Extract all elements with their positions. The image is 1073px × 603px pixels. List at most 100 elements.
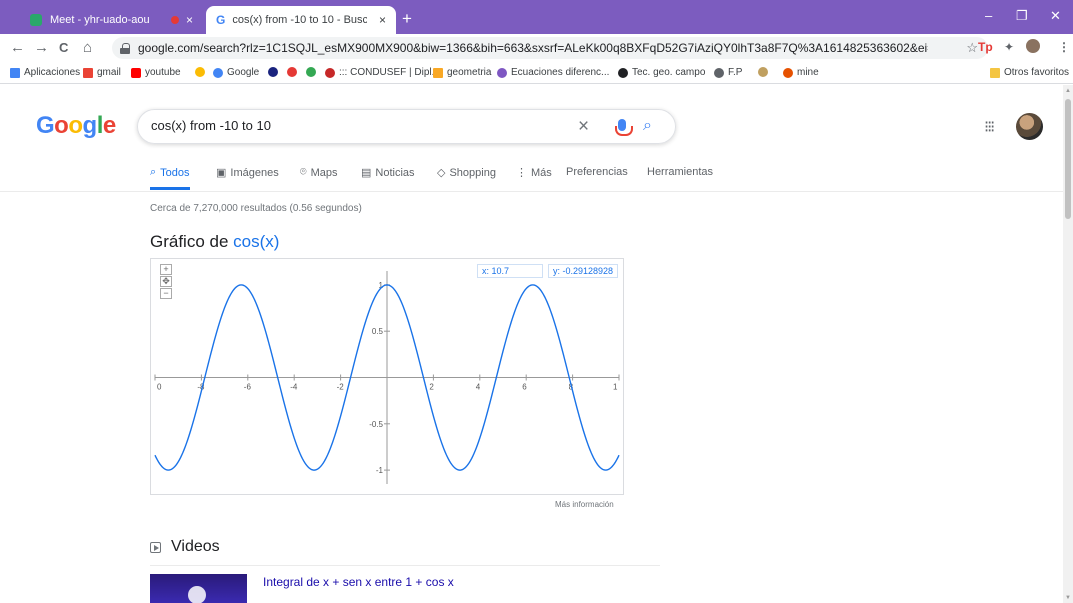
bookmark-gmail[interactable]: gmail — [83, 67, 121, 78]
address-toolbar: ← → C ⌂ google.com/search?rlz=1C1SQJL_es… — [0, 34, 1073, 62]
bookmark-condusef[interactable]: ::: CONDUSEF | Dipl... — [325, 67, 440, 78]
geometria-icon — [433, 67, 443, 78]
clear-icon[interactable]: × — [578, 116, 589, 138]
url-text[interactable]: google.com/search?rlz=1C1SQJL_esMX900MX9… — [138, 41, 928, 55]
bookmarks-bar: Aplicaciones gmail youtube Google ::: CO… — [0, 62, 1073, 84]
result-stats: Cerca de 7,270,000 resultados (0.56 segu… — [150, 203, 362, 214]
bookmark-apps[interactable]: Aplicaciones — [10, 67, 80, 78]
folder-icon — [990, 67, 1000, 78]
tab-shopping[interactable]: ◇ Shopping — [437, 166, 496, 180]
play-icon — [150, 541, 161, 553]
bookmark-other-folder[interactable]: Otros favoritos — [990, 67, 1069, 78]
menu-kebab-icon[interactable]: ⋮ — [1058, 40, 1070, 54]
pan-button[interactable]: ✥ — [160, 276, 172, 287]
extensions-puzzle-icon[interactable]: ✦ — [1004, 40, 1014, 54]
more-info-link[interactable]: Más información — [555, 500, 614, 509]
bookmark-maps[interactable] — [195, 67, 209, 77]
logo-letter: G — [36, 112, 55, 139]
bookmark-site-3[interactable] — [758, 67, 772, 77]
x-tick-label: -2 — [337, 383, 345, 392]
back-button[interactable]: ← — [10, 39, 25, 56]
lock-icon — [120, 42, 130, 54]
tp-extension-icon[interactable]: Tp — [978, 40, 993, 54]
scrollbar-thumb[interactable] — [1065, 99, 1071, 219]
site-icon — [268, 67, 278, 77]
recording-dot-icon — [171, 16, 179, 24]
more-icon: ⋮ — [516, 167, 527, 179]
graph-function-link[interactable]: cos(x) — [233, 232, 279, 251]
tab-noticias[interactable]: ▤ Noticias — [361, 166, 415, 180]
bookmark-fp[interactable]: F.P — [714, 67, 742, 78]
restore-button[interactable]: ❐ — [1016, 8, 1028, 24]
profile-avatar-icon[interactable] — [1026, 39, 1040, 53]
function-graph[interactable]: 0 -8 -6 -4 -2 2 4 6 8 1 1 0.5 -0.5 -1 + ✥ − x: 10.7 y… — [150, 258, 624, 495]
y-readout: y: -0.29128928 — [548, 264, 618, 278]
red-circle-icon — [325, 67, 335, 78]
tab-title: cos(x) from -10 to 10 - Buscar co — [232, 14, 368, 26]
gmail-icon — [83, 67, 93, 78]
home-button[interactable]: ⌂ — [83, 39, 92, 56]
bookmark-site-1[interactable] — [268, 67, 282, 77]
tab-google-search[interactable]: G cos(x) from -10 to 10 - Buscar co × — [206, 6, 396, 34]
scroll-down-icon[interactable]: ▼ — [1065, 595, 1071, 601]
search-box[interactable]: × ⌕ — [137, 109, 676, 144]
bookmark-tec-geo[interactable]: Tec. geo. campo — [618, 67, 705, 78]
new-tab-button[interactable]: + — [402, 9, 412, 29]
tec-geo-icon — [618, 67, 628, 78]
google-apps-icon[interactable]: ⁝⁝⁝ — [984, 117, 995, 137]
google-g-icon — [213, 67, 223, 78]
omnibox[interactable]: google.com/search?rlz=1C1SQJL_esMX900MX9… — [112, 37, 988, 59]
bookmark-youtube[interactable]: youtube — [131, 67, 181, 78]
map-pin-icon: ⌾ — [300, 166, 307, 178]
y-tick-label: -1 — [376, 466, 384, 475]
search-icon[interactable]: ⌕ — [643, 117, 652, 135]
site-icon — [758, 67, 768, 77]
minimize-button[interactable]: – — [985, 8, 992, 23]
scroll-up-icon[interactable]: ▲ — [1065, 88, 1071, 94]
video-title-link[interactable]: Integral de x + sen x entre 1 + cos x — [263, 575, 454, 589]
video-thumbnail[interactable] — [150, 574, 247, 603]
x-tick-label: -4 — [290, 383, 298, 392]
tab-mas[interactable]: ⋮ Más — [516, 166, 552, 180]
logo-letter: o — [54, 112, 69, 139]
divider — [150, 565, 660, 566]
x-tick-label: 0 — [157, 383, 162, 392]
bookmark-site-2[interactable] — [287, 67, 301, 77]
page-scrollbar[interactable]: ▲ ▼ — [1063, 85, 1073, 603]
reload-button[interactable]: C — [59, 40, 68, 55]
bookmark-geometria[interactable]: geometria — [433, 67, 491, 78]
tab-herramientas[interactable]: Herramientas — [647, 166, 713, 178]
meet-icon — [30, 14, 42, 26]
bookmark-ecuaciones[interactable]: Ecuaciones diferenc... — [497, 67, 609, 78]
search-input[interactable] — [151, 118, 571, 133]
avatar[interactable] — [1016, 113, 1043, 140]
bookmark-google[interactable]: Google — [213, 67, 259, 78]
tab-imagenes[interactable]: ▣ Imágenes — [216, 166, 279, 180]
tab-preferencias[interactable]: Preferencias — [566, 166, 628, 178]
zoom-out-button[interactable]: − — [160, 288, 172, 299]
forward-button[interactable]: → — [34, 39, 49, 56]
tab-todos[interactable]: ⌕ Todos — [150, 166, 190, 190]
graph-heading: Gráfico de cos(x) — [150, 232, 279, 252]
x-tick-label: 2 — [429, 383, 434, 392]
google-logo[interactable]: Google — [36, 112, 116, 140]
bookmark-drive[interactable] — [306, 67, 320, 77]
close-window-button[interactable]: ✕ — [1050, 8, 1061, 24]
bookmark-star-icon[interactable]: ☆ — [966, 40, 978, 56]
x-tick-label: 6 — [522, 383, 527, 392]
news-icon: ▤ — [361, 167, 372, 179]
bookmark-mine[interactable]: mine — [783, 67, 819, 78]
y-tick-label: -0.5 — [369, 420, 383, 429]
plot-svg[interactable]: 0 -8 -6 -4 -2 2 4 6 8 110.5-0.5-1 — [151, 259, 623, 494]
tab-maps[interactable]: ⌾ Maps — [300, 166, 338, 179]
zoom-in-button[interactable]: + — [160, 264, 172, 275]
image-icon: ▣ — [216, 167, 227, 179]
tab-meet[interactable]: Meet - yhr-uado-aou × — [24, 6, 204, 34]
close-tab-icon[interactable]: × — [186, 13, 193, 27]
close-tab-icon[interactable]: × — [379, 13, 386, 27]
youtube-icon — [131, 67, 141, 78]
videos-header: Videos — [150, 538, 220, 556]
microphone-icon[interactable] — [615, 119, 633, 136]
ecuaciones-icon — [497, 67, 507, 78]
x-tick-label: 1 — [613, 383, 618, 392]
